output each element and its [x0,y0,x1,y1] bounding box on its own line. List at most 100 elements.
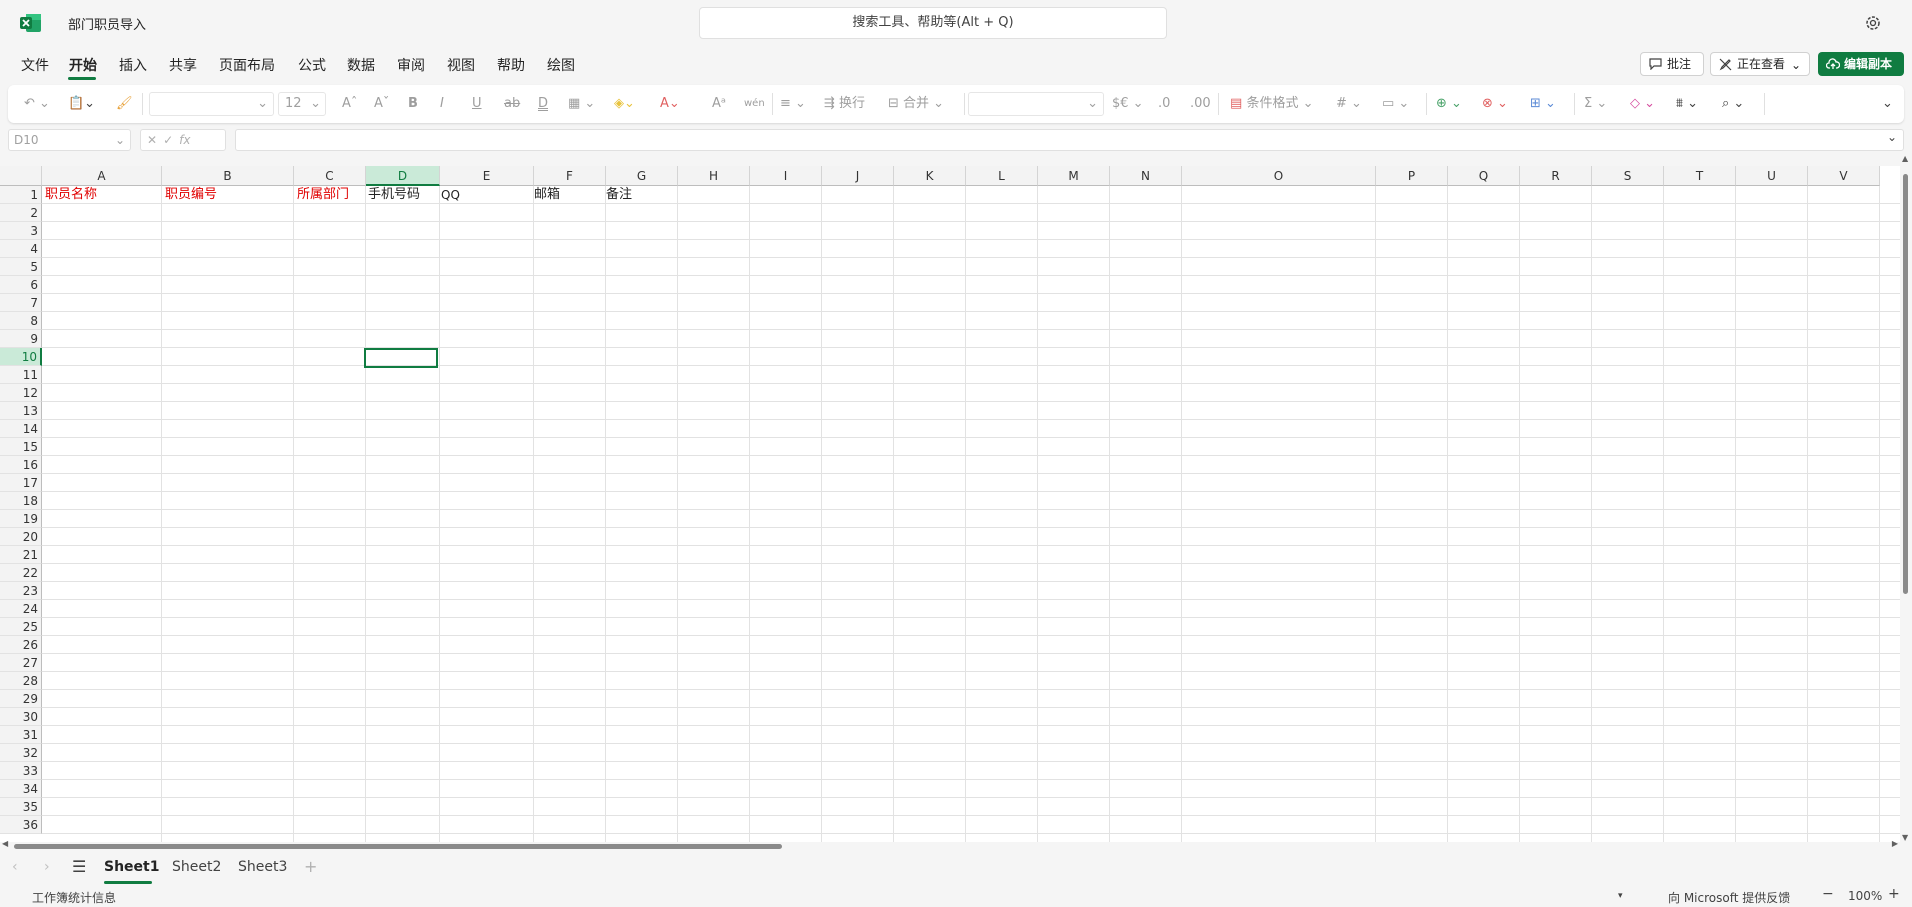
menu-draw[interactable]: 绘图 [547,55,575,75]
row-header-2[interactable]: 2 [0,204,42,222]
font-family-select[interactable]: ⌄ [149,92,274,116]
column-header-a[interactable]: A [42,166,162,186]
row-header-19[interactable]: 19 [0,510,42,528]
column-header-g[interactable]: G [606,166,678,186]
align-icon[interactable]: ≡ ⌄ [780,93,806,115]
next-sheet-chevron-icon[interactable]: › [44,859,50,875]
menu-home[interactable]: 开始 [69,55,97,75]
superscript-icon[interactable]: Aᵃ [712,93,726,115]
menu-data[interactable]: 数据 [347,55,375,75]
column-header-f[interactable]: F [534,166,606,186]
row-header-22[interactable]: 22 [0,564,42,582]
menu-page-layout[interactable]: 页面布局 [219,55,275,75]
settings-gear-icon[interactable] [1863,13,1883,33]
cell-F1[interactable]: 邮箱 [531,186,560,204]
cell-B1[interactable]: 职员编号 [162,186,217,204]
column-header-q[interactable]: Q [1448,166,1520,186]
workbook-stats[interactable]: 工作簿统计信息 [32,889,116,906]
confirm-check-icon[interactable]: ✓ [163,133,179,147]
phonetic-icon[interactable]: wén [744,93,765,115]
row-header-28[interactable]: 28 [0,672,42,690]
row-header-25[interactable]: 25 [0,618,42,636]
scroll-left-arrow-icon[interactable]: ◀ [2,839,8,848]
insert-function-icon[interactable]: fx [179,133,190,147]
paste-icon[interactable]: 📋⌄ [68,93,95,115]
row-header-29[interactable]: 29 [0,690,42,708]
row-header-17[interactable]: 17 [0,474,42,492]
row-header-32[interactable]: 32 [0,744,42,762]
column-header-o[interactable]: O [1182,166,1376,186]
clear-eraser-icon[interactable]: ◇ ⌄ [1630,93,1655,115]
row-header-35[interactable]: 35 [0,798,42,816]
format-as-table-icon[interactable]: # ⌄ [1336,93,1362,115]
name-box[interactable]: D10 ⌄ [8,129,131,151]
column-header-m[interactable]: M [1038,166,1110,186]
merge-button[interactable]: ⊟ 合并 ⌄ [888,93,944,115]
decrease-decimal-icon[interactable]: .0 [1158,93,1170,115]
format-cells-icon[interactable]: ⊞ ⌄ [1530,93,1556,115]
row-header-31[interactable]: 31 [0,726,42,744]
sheet-tab-sheet1[interactable]: Sheet1 [104,859,159,875]
borders-icon[interactable]: ▦ ⌄ [568,93,595,115]
comment-button[interactable]: 批注 [1640,52,1704,76]
underline-icon[interactable]: U [472,93,482,115]
row-header-14[interactable]: 14 [0,420,42,438]
row-header-18[interactable]: 18 [0,492,42,510]
row-header-6[interactable]: 6 [0,276,42,294]
row-header-8[interactable]: 8 [0,312,42,330]
increase-decimal-icon[interactable]: .00 [1190,93,1211,115]
insert-cells-icon[interactable]: ⊕ ⌄ [1436,93,1462,115]
prev-sheet-chevron-icon[interactable]: ‹ [12,859,18,875]
row-header-15[interactable]: 15 [0,438,42,456]
zoom-in-icon[interactable]: + [1888,886,1900,902]
row-header-27[interactable]: 27 [0,654,42,672]
column-header-k[interactable]: K [894,166,966,186]
font-color-icon[interactable]: A⌄ [660,93,680,115]
menu-view[interactable]: 视图 [447,55,475,75]
select-all-corner[interactable] [0,166,42,186]
row-header-30[interactable]: 30 [0,708,42,726]
menu-share[interactable]: 共享 [169,55,197,75]
horizontal-scroll-thumb[interactable] [14,844,782,849]
undo-icon[interactable]: ↶ ⌄ [24,93,50,115]
menu-review[interactable]: 审阅 [397,55,425,75]
horizontal-scrollbar[interactable]: ◀ ▶ [0,839,1900,851]
spreadsheet-grid[interactable]: ABCDEFGHIJKLMNOPQRSTUV 1 2 3 4 5 6 7 8 9 10 11 12 13… [0,166,1900,842]
search-box[interactable]: 搜索工具、帮助等(Alt + Q) [699,7,1167,39]
menu-formulas[interactable]: 公式 [298,55,326,75]
row-header-16[interactable]: 16 [0,456,42,474]
row-header-24[interactable]: 24 [0,600,42,618]
column-header-v[interactable]: V [1808,166,1880,186]
row-header-11[interactable]: 11 [0,366,42,384]
ribbon-expand-chevron-icon[interactable]: ⌄ [1882,93,1893,115]
feedback-link[interactable]: 向 Microsoft 提供反馈 [1668,889,1790,906]
selected-cell-D10[interactable] [364,348,438,368]
column-header-p[interactable]: P [1376,166,1448,186]
row-header-12[interactable]: 12 [0,384,42,402]
cell-C1[interactable]: 所属部门 [294,186,349,204]
row-header-1[interactable]: 1 [0,186,42,204]
column-header-t[interactable]: T [1664,166,1736,186]
row-header-23[interactable]: 23 [0,582,42,600]
cell-A1[interactable]: 职员名称 [42,186,97,204]
column-header-c[interactable]: C [294,166,366,186]
cell-area[interactable] [42,186,1900,842]
currency-format-icon[interactable]: $€ ⌄ [1112,93,1144,115]
find-search-icon[interactable]: ⌕ ⌄ [1722,93,1744,115]
add-sheet-plus-icon[interactable]: + [304,857,317,876]
row-header-10[interactable]: 10 [0,348,42,366]
double-underline-icon[interactable]: D [538,93,548,115]
edit-copy-button[interactable]: 编辑副本 [1818,52,1904,76]
number-format-select[interactable]: ⌄ [968,92,1104,116]
cell-D1[interactable]: 手机号码 [365,186,420,204]
cell-G1[interactable]: 备注 [603,186,632,204]
row-header-4[interactable]: 4 [0,240,42,258]
column-header-e[interactable]: E [440,166,534,186]
decrease-font-icon[interactable]: Aˇ [374,93,389,115]
menu-help[interactable]: 帮助 [497,55,525,75]
format-painter-icon[interactable]: 🖌 [116,93,133,115]
row-header-9[interactable]: 9 [0,330,42,348]
row-header-34[interactable]: 34 [0,780,42,798]
increase-font-icon[interactable]: Aˆ [342,93,357,115]
sheet-tab-sheet3[interactable]: Sheet3 [238,859,287,875]
